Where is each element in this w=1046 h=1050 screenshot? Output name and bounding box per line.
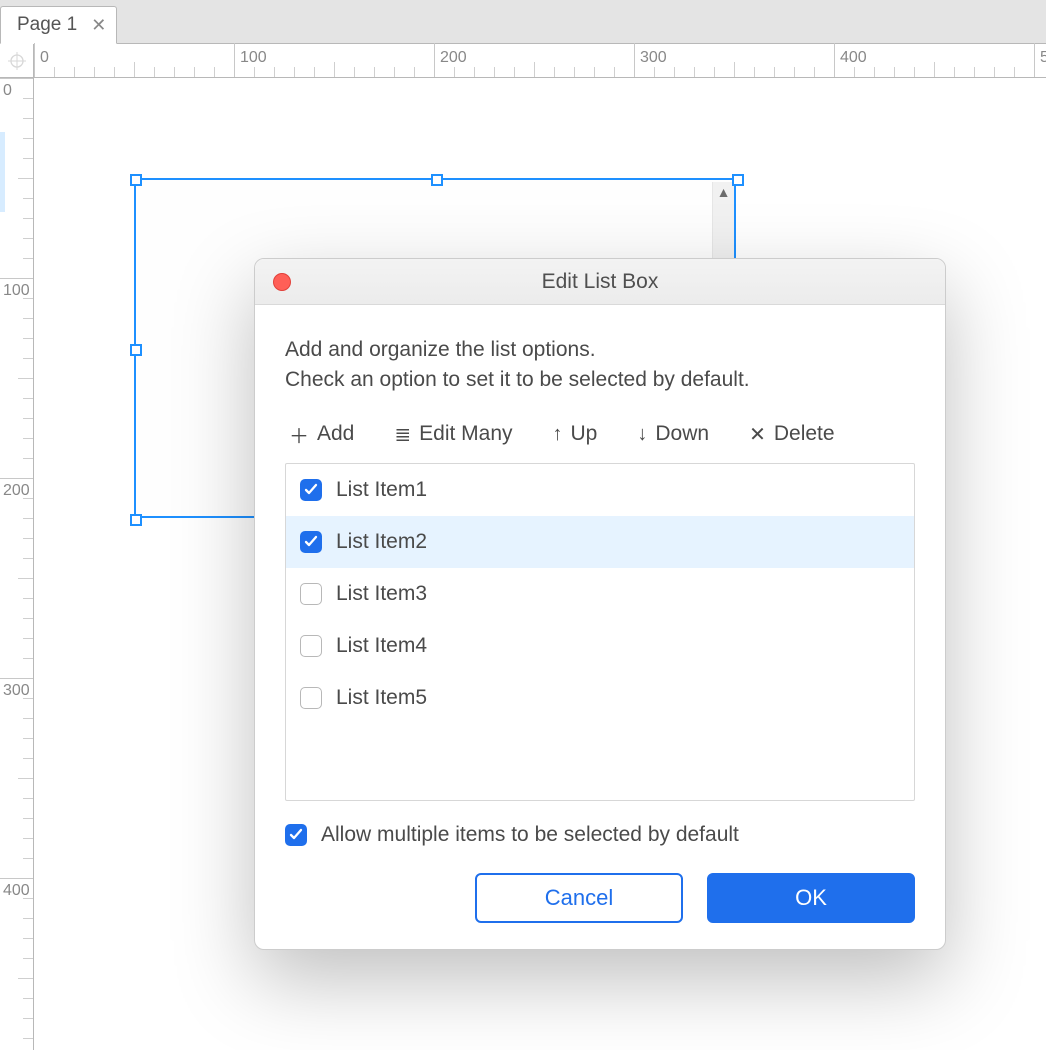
ruler-highlight xyxy=(0,132,5,212)
list-item[interactable]: List Item4 xyxy=(286,620,914,672)
edit-many-button[interactable]: ≣ Edit Many xyxy=(394,422,512,447)
list-item-label: List Item4 xyxy=(336,634,427,658)
page-tab[interactable]: Page 1 ✕ xyxy=(0,6,117,44)
add-label: Add xyxy=(317,422,354,446)
list-item-label: List Item3 xyxy=(336,582,427,606)
ruler-origin[interactable] xyxy=(0,44,34,78)
allow-multiple-row[interactable]: Allow multiple items to be selected by d… xyxy=(285,823,915,847)
ruler-h-label: 300 xyxy=(640,49,667,67)
ruler-h-label: 0 xyxy=(40,49,49,67)
list-item[interactable]: List Item2 xyxy=(286,516,914,568)
ruler-h-label: 200 xyxy=(440,49,467,67)
dialog-desc-line1: Add and organize the list options. xyxy=(285,335,915,365)
up-label: Up xyxy=(571,422,598,446)
options-list[interactable]: List Item1 List Item2 List Item3 List Item4… xyxy=(285,463,915,801)
resize-handle[interactable] xyxy=(732,174,744,186)
list-item-label: List Item2 xyxy=(336,530,427,554)
list-icon: ≣ xyxy=(394,422,411,447)
ruler-h-label: 500 xyxy=(1040,49,1046,67)
ruler-vertical[interactable]: 0100200300400 xyxy=(0,78,34,1050)
edit-many-label: Edit Many xyxy=(419,422,512,446)
close-icon[interactable]: ✕ xyxy=(91,15,106,36)
add-button[interactable]: ＋ Add xyxy=(289,420,354,449)
ruler-h-label: 100 xyxy=(240,49,267,67)
dialog-desc-line2: Check an option to set it to be selected… xyxy=(285,365,915,395)
list-item-checkbox[interactable] xyxy=(300,583,322,605)
move-down-button[interactable]: ↓ Down xyxy=(637,422,709,446)
crosshair-icon xyxy=(8,52,26,70)
list-item-label: List Item5 xyxy=(336,686,427,710)
dialog-toolbar: ＋ Add ≣ Edit Many ↑ Up ↓ Down ✕ Delete xyxy=(285,420,915,449)
arrow-up-icon: ↑ xyxy=(553,423,563,446)
list-item-checkbox[interactable] xyxy=(300,687,322,709)
ruler-v-label: 0 xyxy=(3,82,12,100)
cancel-label: Cancel xyxy=(545,885,613,911)
cancel-button[interactable]: Cancel xyxy=(475,873,683,923)
resize-handle[interactable] xyxy=(130,514,142,526)
dialog-titlebar[interactable]: Edit List Box xyxy=(255,259,945,305)
list-item-checkbox[interactable] xyxy=(300,531,322,553)
delete-label: Delete xyxy=(774,422,835,446)
tab-bar: Page 1 ✕ xyxy=(0,0,1046,44)
x-icon: ✕ xyxy=(749,422,766,447)
plus-icon: ＋ xyxy=(289,420,309,449)
ok-button[interactable]: OK xyxy=(707,873,915,923)
list-item-label: List Item1 xyxy=(336,478,427,502)
resize-handle[interactable] xyxy=(431,174,443,186)
ruler-h-label: 400 xyxy=(840,49,867,67)
ok-label: OK xyxy=(795,885,827,911)
resize-handle[interactable] xyxy=(130,174,142,186)
dialog-body: Add and organize the list options. Check… xyxy=(255,305,945,949)
scroll-up-icon[interactable]: ▲ xyxy=(713,182,734,202)
list-item-checkbox[interactable] xyxy=(300,479,322,501)
move-up-button[interactable]: ↑ Up xyxy=(553,422,598,446)
down-label: Down xyxy=(655,422,709,446)
resize-handle[interactable] xyxy=(130,344,142,356)
dialog-title: Edit List Box xyxy=(255,270,945,294)
list-item[interactable]: List Item5 xyxy=(286,672,914,724)
allow-multiple-label: Allow multiple items to be selected by d… xyxy=(321,823,739,847)
dialog-buttons: Cancel OK xyxy=(285,873,915,923)
allow-multiple-checkbox[interactable] xyxy=(285,824,307,846)
list-item-checkbox[interactable] xyxy=(300,635,322,657)
dialog-description: Add and organize the list options. Check… xyxy=(285,335,915,396)
page-tab-label: Page 1 xyxy=(17,14,77,36)
ruler-horizontal[interactable]: 0 100 200 300 400 500 xyxy=(34,44,1046,78)
list-item[interactable]: List Item3 xyxy=(286,568,914,620)
arrow-down-icon: ↓ xyxy=(637,423,647,446)
delete-button[interactable]: ✕ Delete xyxy=(749,422,834,447)
edit-listbox-dialog: Edit List Box Add and organize the list … xyxy=(254,258,946,950)
list-item[interactable]: List Item1 xyxy=(286,464,914,516)
